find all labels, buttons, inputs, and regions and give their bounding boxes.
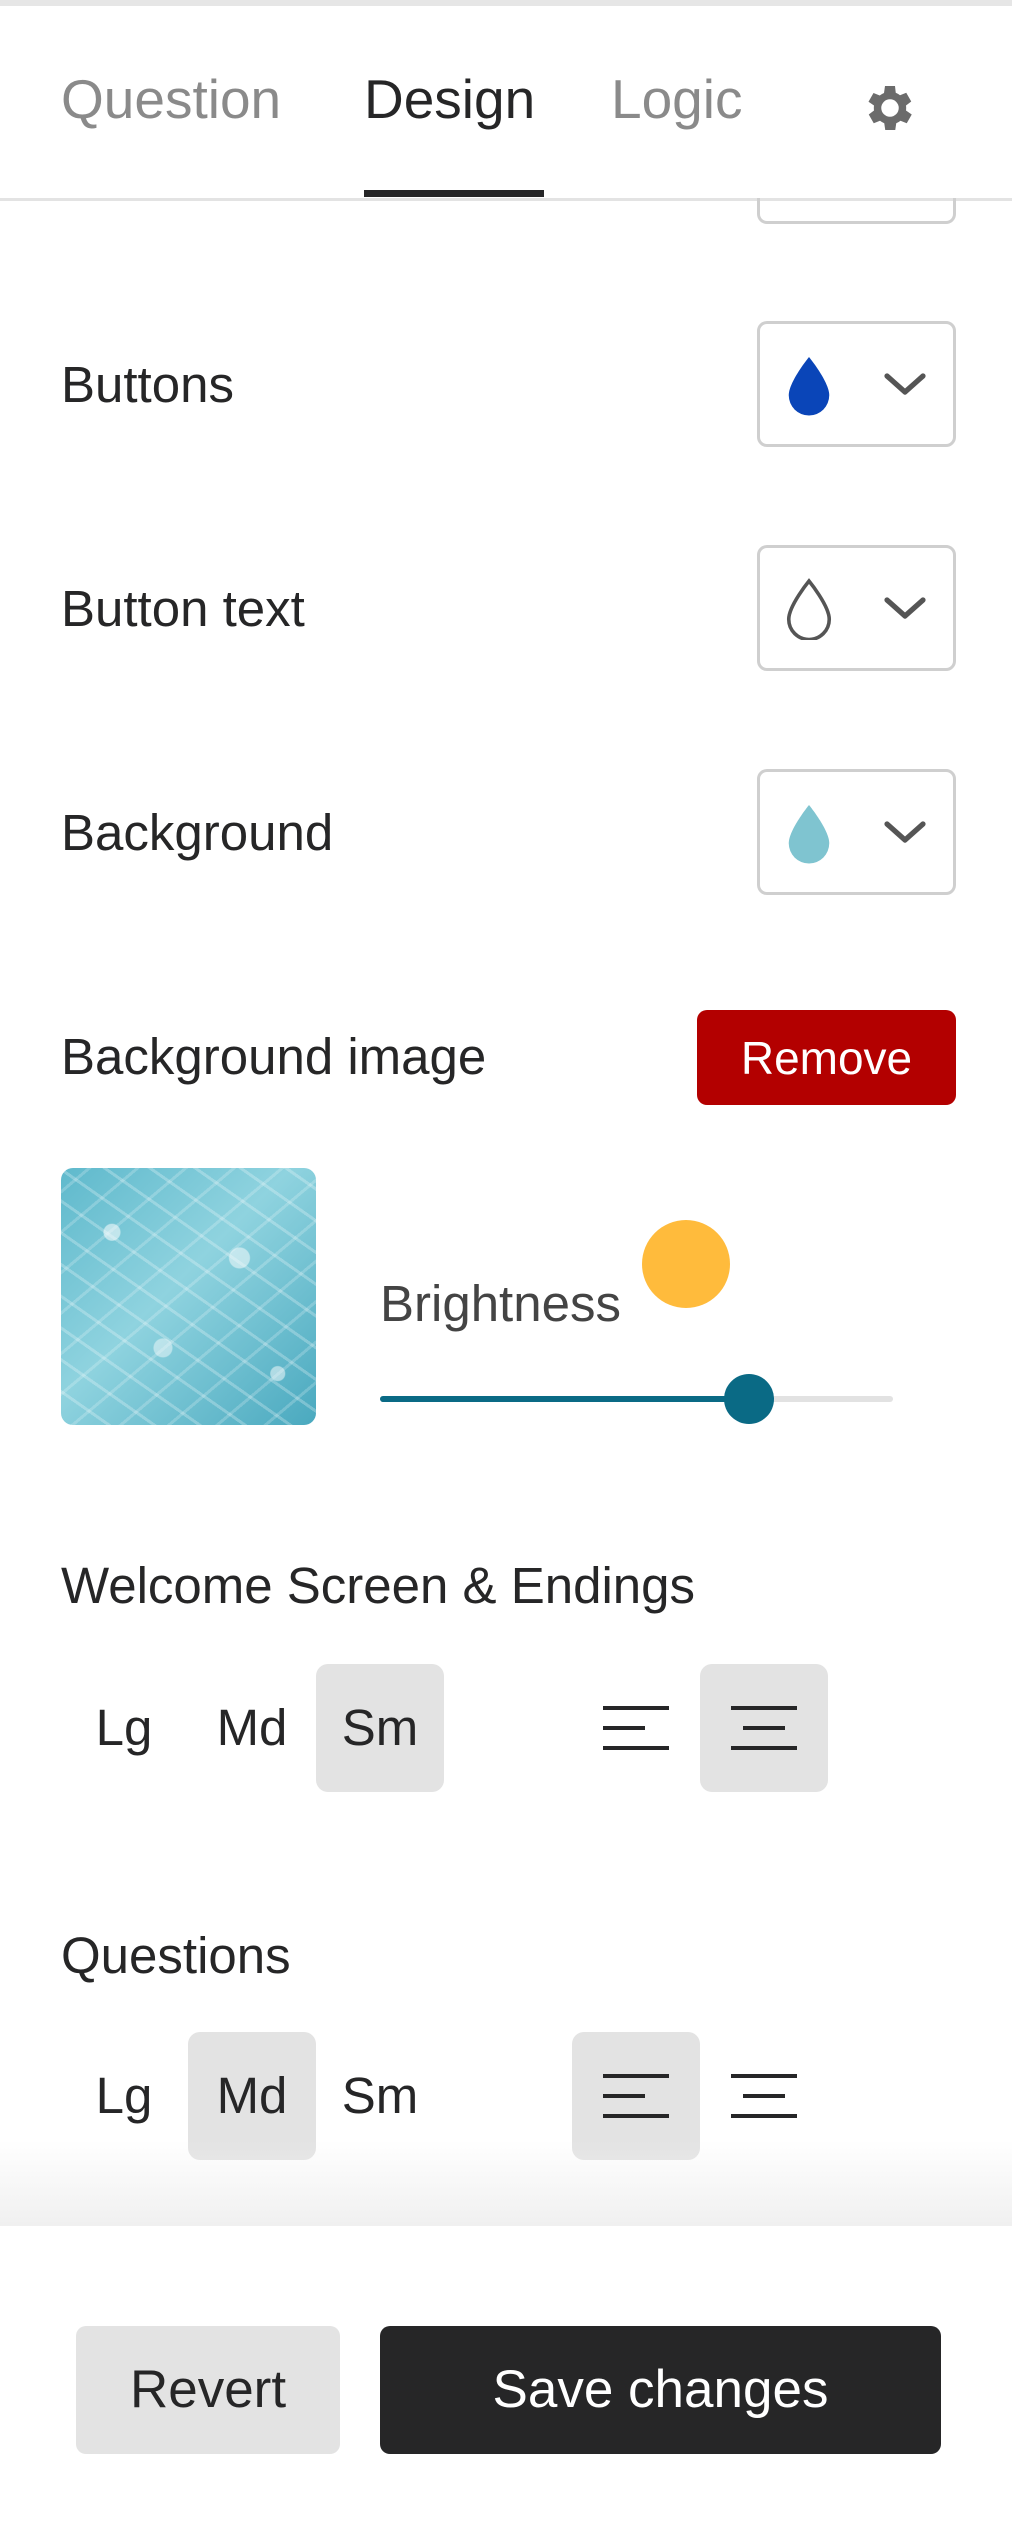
background-color-picker[interactable] [757, 769, 956, 895]
welcome-size-sm[interactable]: Sm [316, 1664, 444, 1792]
welcome-align-left-button[interactable] [572, 1664, 700, 1792]
chevron-down-icon [884, 373, 926, 395]
drop-outline-icon [786, 578, 832, 640]
align-center-icon [731, 2074, 797, 2118]
remove-image-button[interactable]: Remove [697, 1010, 956, 1105]
tab-bar: Question Design Logic [0, 6, 1012, 201]
drop-filled-icon [788, 805, 830, 864]
brightness-label: Brightness [380, 1275, 621, 1332]
align-left-icon [603, 2074, 669, 2118]
chevron-down-icon [884, 821, 926, 843]
background-label: Background [61, 804, 334, 861]
brightness-slider-thumb[interactable] [724, 1374, 775, 1424]
touch-cursor-indicator [642, 1220, 730, 1308]
buttons-label: Buttons [61, 356, 234, 413]
background-image-thumbnail[interactable] [61, 1168, 316, 1425]
footer-bar: Revert Save changes [0, 2226, 1012, 2528]
tab-logic[interactable]: Logic [611, 72, 742, 127]
brightness-slider-fill [380, 1396, 750, 1402]
questions-section-title: Questions [61, 1927, 291, 1984]
gear-icon[interactable] [860, 78, 920, 138]
align-center-icon [731, 1706, 797, 1750]
tab-design[interactable]: Design [364, 72, 535, 127]
button-text-color-picker[interactable] [757, 545, 956, 671]
background-image-label: Background image [61, 1028, 487, 1085]
buttons-color-picker[interactable] [757, 321, 956, 447]
drop-filled-icon [788, 357, 830, 416]
tab-question[interactable]: Question [61, 72, 281, 127]
welcome-section-title: Welcome Screen & Endings [61, 1557, 696, 1614]
align-left-icon [603, 1706, 669, 1750]
brightness-slider[interactable] [380, 1374, 893, 1424]
scroll-fade [0, 2140, 1012, 2226]
welcome-size-md[interactable]: Md [188, 1664, 316, 1792]
active-tab-indicator [364, 190, 544, 197]
welcome-size-lg[interactable]: Lg [60, 1664, 188, 1792]
welcome-align-center-button[interactable] [700, 1664, 828, 1792]
button-text-label: Button text [61, 580, 305, 637]
color-picker-partial[interactable] [757, 198, 956, 224]
chevron-down-icon [884, 597, 926, 619]
revert-button[interactable]: Revert [76, 2326, 340, 2454]
save-changes-button[interactable]: Save changes [380, 2326, 941, 2454]
